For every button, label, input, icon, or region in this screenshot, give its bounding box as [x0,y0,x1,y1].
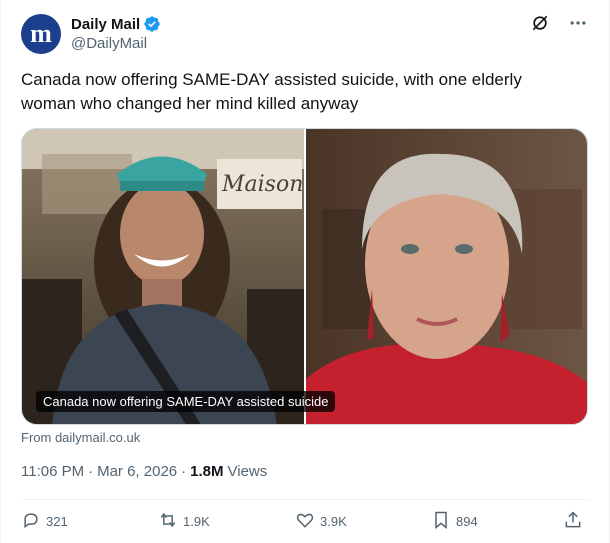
right-photo-woman [306,129,587,424]
actions-divider [21,499,589,500]
media-caption: Canada now offering SAME-DAY assisted su… [36,391,336,412]
tweet-card: m Daily Mail @DailyMail Canada now offer… [0,0,610,543]
share-button[interactable] [563,510,583,533]
share-icon [563,510,583,533]
left-photo-man: Maison [22,129,305,424]
like-count: 3.9K [320,514,347,529]
reply-button[interactable]: 321 [21,510,68,533]
bookmark-count: 894 [456,514,478,529]
tweet-header: m Daily Mail @DailyMail [21,12,589,56]
action-bar: 321 1.9K 3.9K 894 [21,510,589,538]
like-button[interactable]: 3.9K [295,510,347,533]
avatar[interactable]: m [21,14,61,54]
author-handle[interactable]: @DailyMail [71,35,161,52]
slash-circle-icon[interactable] [529,12,551,34]
more-dots-icon[interactable] [567,12,589,34]
shop-sign-text: Maison [221,172,303,197]
daily-mail-logo-icon: m [30,19,52,48]
repost-count: 1.9K [183,514,210,529]
link-card-image[interactable]: Maison Canada now offering SAME-DAY assi… [21,128,588,425]
repost-button[interactable]: 1.9K [158,510,210,533]
views-count: 1.8M [190,463,224,480]
meta-separator: · [181,463,187,480]
reply-icon [21,510,41,533]
reply-count: 321 [46,514,68,529]
header-actions [529,12,589,34]
repost-icon [158,510,178,533]
bookmark-icon [431,510,451,533]
meta-separator: · [88,463,94,480]
author-display-name[interactable]: Daily Mail [71,16,140,33]
views-label: Views [227,463,268,480]
tweet-time[interactable]: 11:06 PM [21,463,84,480]
avatar-letter: m [30,19,52,48]
tweet-text: Canada now offering SAME-DAY assisted su… [21,70,522,113]
tweet-date[interactable]: Mar 6, 2026 [97,463,177,480]
author-names: Daily Mail @DailyMail [71,14,161,52]
bookmark-button[interactable]: 894 [431,510,478,533]
heart-icon [295,510,315,533]
tweet-meta: 11:06 PM · Mar 6, 2026 · 1.8M Views [21,463,267,480]
article-photo-collage: Maison [22,129,587,424]
link-source[interactable]: From dailymail.co.uk [21,430,140,445]
verified-badge-icon [143,15,161,33]
